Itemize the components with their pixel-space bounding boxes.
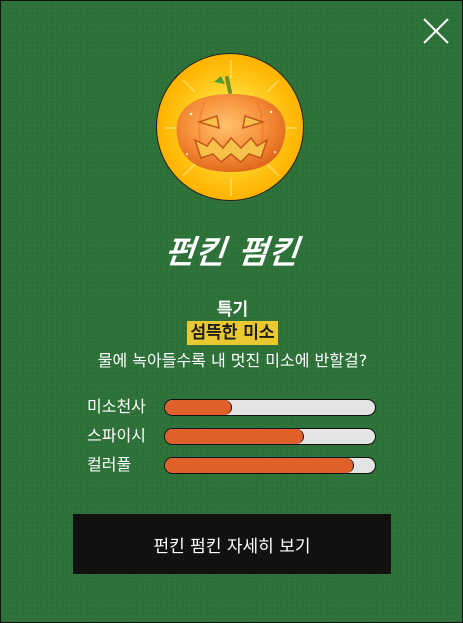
trait-description: 물에 녹아들수록 내 멋진 미소에 반할걸?: [97, 351, 368, 370]
stat-row: 미소천사: [1, 395, 463, 419]
trait-heading: 특기: [216, 300, 249, 320]
stat-row: 컬러풀: [1, 453, 463, 477]
view-details-button[interactable]: 펀킨 펌킨 자세히 보기: [73, 514, 391, 574]
stat-bar-fill: [165, 458, 354, 473]
close-icon: [423, 18, 449, 44]
close-button[interactable]: [420, 15, 452, 47]
product-title: 펀킨 펌킨: [163, 233, 302, 271]
stat-bar-track: [164, 457, 376, 474]
stat-bar-track: [164, 428, 376, 445]
stat-bar-track: [164, 399, 376, 416]
jack-o-lantern-icon: [157, 54, 303, 200]
product-image-badge: [156, 53, 304, 201]
stat-label: 컬러풀: [87, 455, 132, 474]
product-popup: 펀킨 펌킨 특기 섬뜩한 미소 물에 녹아들수록 내 멋진 미소에 반할걸? 미…: [0, 0, 463, 623]
stat-row: 스파이시: [1, 424, 463, 448]
trait-name: 섬뜩한 미소: [187, 321, 278, 345]
stat-label: 미소천사: [87, 397, 146, 416]
stat-bar-fill: [165, 429, 304, 444]
stat-bar-fill: [165, 400, 233, 415]
trait-name-wrap: 섬뜩한 미소: [1, 321, 463, 345]
stat-label: 스파이시: [87, 426, 146, 445]
